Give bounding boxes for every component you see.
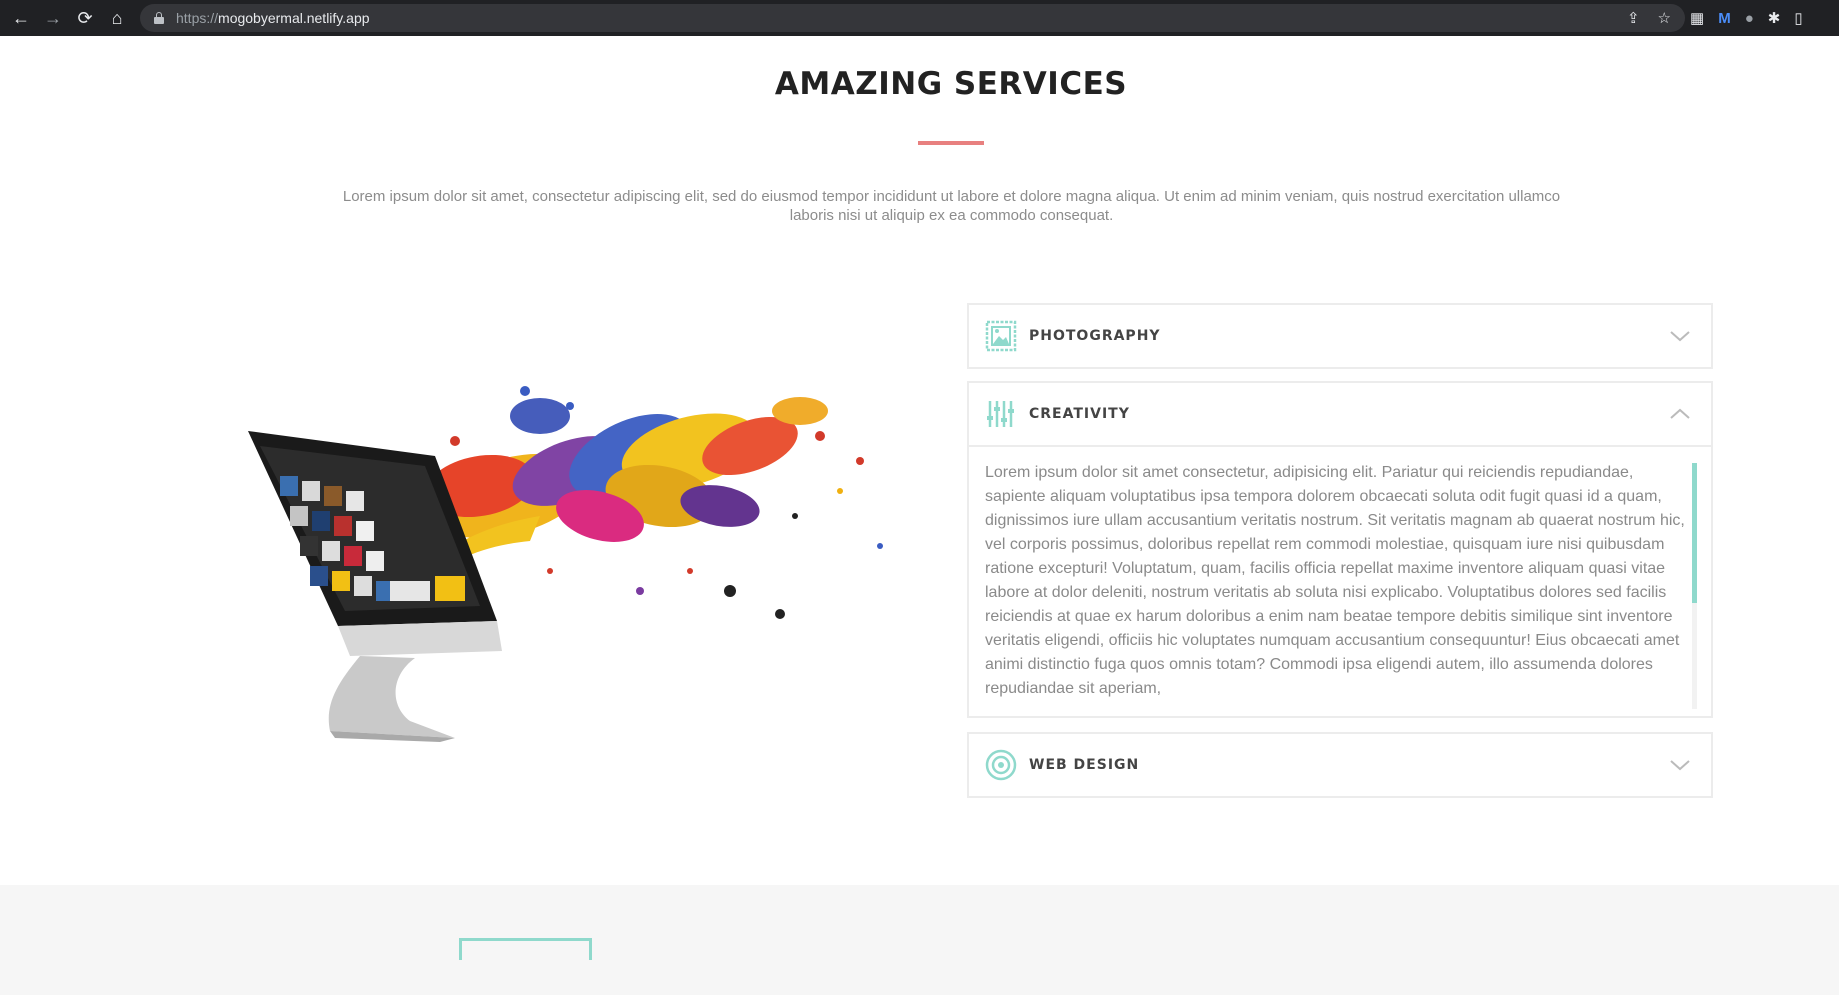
- accordion-item-web-design: WEB DESIGN: [967, 732, 1713, 798]
- accordion-title: PHOTOGRAPHY: [1029, 328, 1161, 344]
- chevron-down-icon[interactable]: [1669, 325, 1691, 347]
- target-icon: [985, 749, 1017, 781]
- home-icon[interactable]: ⌂: [101, 0, 133, 36]
- sliders-icon: [987, 401, 1014, 427]
- url-text: https://mogobyermal.netlify.app: [176, 10, 370, 26]
- title-underline: [918, 141, 984, 145]
- chevron-up-icon[interactable]: [1669, 403, 1691, 425]
- reload-icon[interactable]: ⟳: [69, 0, 101, 36]
- lock-icon[interactable]: [154, 12, 164, 24]
- accordion-header-photography[interactable]: PHOTOGRAPHY: [969, 305, 1711, 367]
- image-icon: [985, 320, 1017, 352]
- section-intro: Lorem ipsum dolor sit amet, consectetur …: [342, 188, 1561, 224]
- chevron-down-icon[interactable]: [1669, 754, 1691, 776]
- accordion-item-creativity: CREATIVITY Lorem ipsum dolor sit amet co…: [967, 381, 1713, 718]
- extension-m-icon[interactable]: M: [1718, 10, 1731, 27]
- services-section: AMAZING SERVICES Lorem ipsum dolor sit a…: [0, 36, 1839, 995]
- forward-icon[interactable]: →: [37, 0, 69, 36]
- accordion-body-text: Lorem ipsum dolor sit amet consectetur, …: [985, 464, 1685, 697]
- extension-dot-icon[interactable]: ●: [1745, 10, 1754, 27]
- accordion-body-creativity[interactable]: Lorem ipsum dolor sit amet consectetur, …: [969, 445, 1711, 716]
- extension-qr-icon[interactable]: ▦: [1690, 9, 1704, 27]
- next-section-outlined-box: [459, 938, 592, 960]
- accordion-header-creativity[interactable]: CREATIVITY: [969, 383, 1711, 445]
- accordion-header-web-design[interactable]: WEB DESIGN: [969, 734, 1711, 796]
- extensions-puzzle-icon[interactable]: ✱: [1768, 9, 1781, 27]
- url-host: mogobyermal.netlify.app: [218, 10, 370, 26]
- bookmark-star-icon[interactable]: ☆: [1658, 9, 1671, 27]
- side-panel-icon[interactable]: ▯: [1794, 9, 1802, 27]
- share-icon[interactable]: ⇪: [1627, 9, 1640, 27]
- url-scheme: https://: [176, 10, 219, 26]
- next-section-background: [0, 885, 1839, 995]
- monitor-paint-splash-illustration: [248, 386, 883, 742]
- scrollbar-thumb[interactable]: [1692, 463, 1697, 603]
- accordion-title: WEB DESIGN: [1029, 757, 1140, 773]
- address-bar[interactable]: https://mogobyermal.netlify.app ⇪ ☆: [140, 4, 1685, 32]
- browser-toolbar: ← → ⟳ ⌂ https://mogobyermal.netlify.app …: [0, 0, 1839, 36]
- accordion-title: CREATIVITY: [1029, 406, 1130, 422]
- section-title: AMAZING SERVICES: [774, 66, 1128, 102]
- back-icon[interactable]: ←: [5, 0, 37, 36]
- accordion-item-photography: PHOTOGRAPHY: [967, 303, 1713, 369]
